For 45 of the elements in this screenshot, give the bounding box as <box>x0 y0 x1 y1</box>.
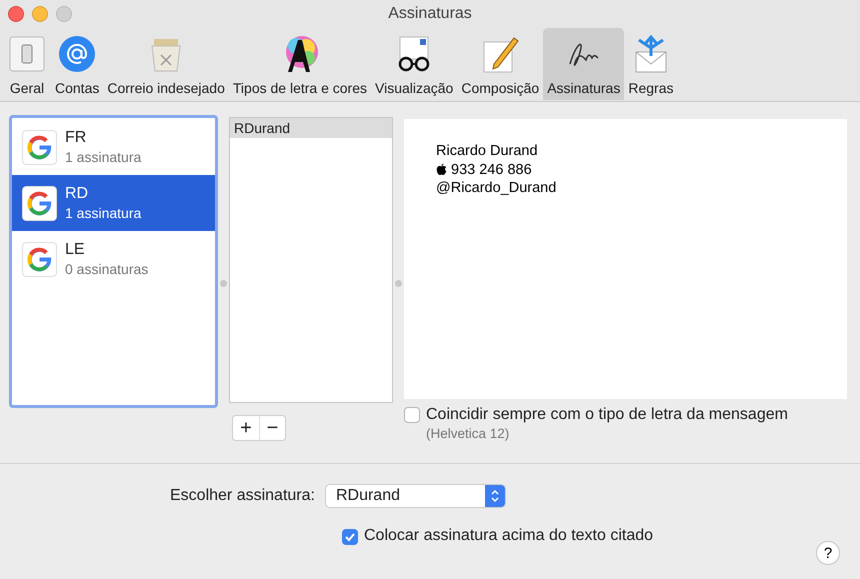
signature-count: 0 assinaturas <box>65 261 148 277</box>
account-name: FR <box>65 129 88 147</box>
font-note: (Helvetica 12) <box>426 426 510 441</box>
chevrons-icon <box>488 487 501 505</box>
checkbox-label: Colocar assinatura acima do texto citado <box>364 527 654 545</box>
split-handle[interactable] <box>395 280 402 287</box>
minimize-button[interactable] <box>32 6 48 22</box>
google-icon <box>22 242 57 276</box>
signature-count: 1 assinatura <box>65 205 142 221</box>
place-above-checkbox[interactable] <box>342 528 358 544</box>
toolbar-tab[interactable]: Correio indesejado <box>103 28 229 100</box>
signature-item[interactable]: RDurand <box>230 118 392 138</box>
toolbar-tab[interactable]: Geral <box>3 28 51 100</box>
apple-icon <box>436 163 447 176</box>
signature-line: @Ricardo_Durand <box>436 179 556 198</box>
signature-line: 933 246 886 <box>451 160 532 179</box>
account-item[interactable]: FR 1 assinatura <box>12 119 215 175</box>
account-item[interactable]: LE 0 assinaturas <box>12 231 215 287</box>
choose-label: Escolher assinatura: <box>170 487 315 505</box>
toolbar-tab[interactable]: Visualização <box>371 28 458 100</box>
signature-count: 1 assinatura <box>65 149 142 165</box>
help-button[interactable]: ? <box>816 541 840 565</box>
account-name: LE <box>65 241 86 259</box>
account-item[interactable]: RD 1 assinatura <box>12 175 215 231</box>
switch-icon <box>7 34 47 74</box>
toolbar-tab[interactable]: Contas <box>51 28 104 100</box>
signature-editor[interactable]: Ricardo Durand 933 246 886 @Ricardo_Durand <box>404 119 847 399</box>
toolbar-tab[interactable]: Tipos de letra e cores <box>228 28 371 100</box>
at-icon <box>57 34 98 74</box>
toolbar-tab[interactable]: Assinaturas <box>543 28 624 100</box>
checkmark-icon <box>344 530 356 542</box>
google-icon <box>22 130 57 164</box>
signature-line: Ricardo Durand <box>436 142 538 160</box>
close-button[interactable] <box>8 6 24 22</box>
toolbar-tab[interactable]: Regras <box>624 28 678 100</box>
match-font-checkbox[interactable] <box>404 407 420 423</box>
account-name: RD <box>65 185 90 203</box>
split-handle[interactable] <box>220 280 227 287</box>
google-icon <box>22 186 57 220</box>
remove-button[interactable]: − <box>259 416 285 440</box>
window-title: Assinaturas <box>388 5 472 23</box>
signature-popup[interactable]: RDurand <box>324 484 506 508</box>
toolbar-tab[interactable]: Composição <box>457 28 544 100</box>
checkbox-label: Coincidir sempre com o tipo de letra da mensagem <box>426 406 788 424</box>
zoom-button[interactable] <box>56 6 72 22</box>
